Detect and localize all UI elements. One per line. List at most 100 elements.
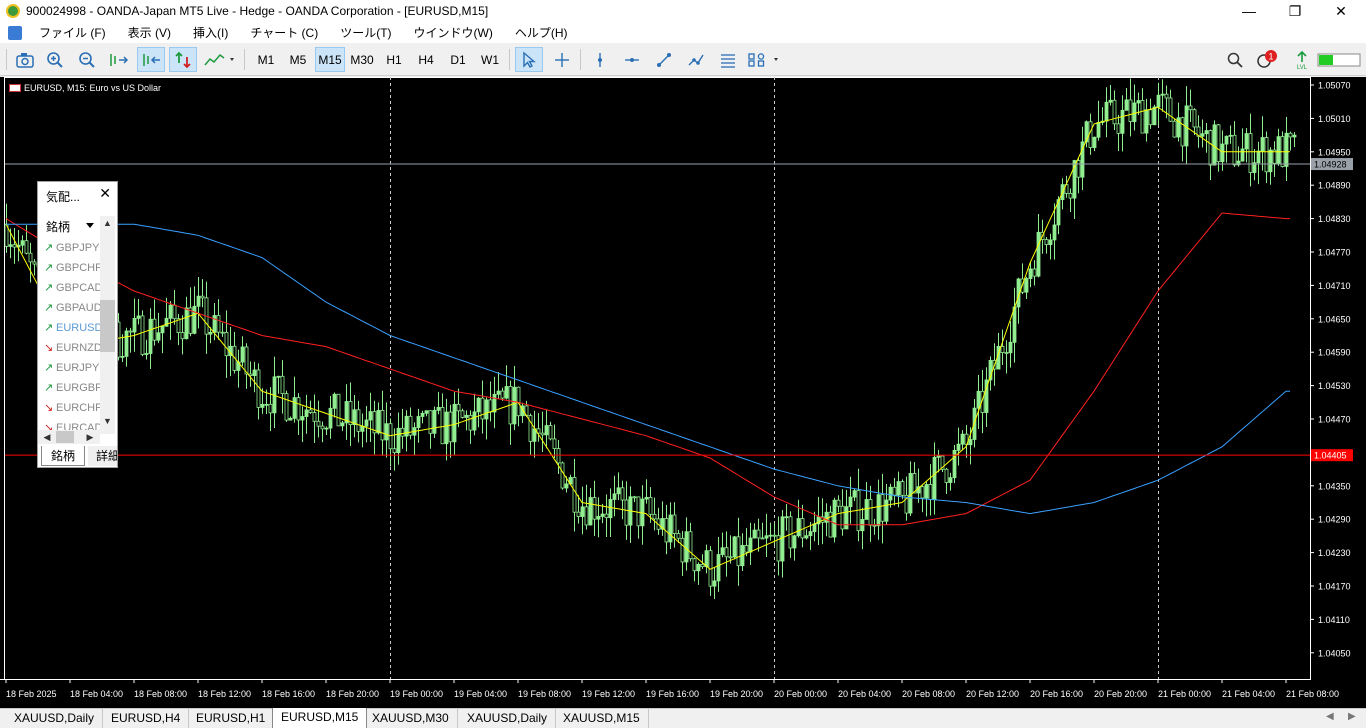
market-watch-vertical-scrollbar[interactable]: ▲ ▼ (100, 216, 115, 434)
vertical-line-icon[interactable] (587, 47, 613, 72)
maximize-button[interactable]: ❐ (1272, 0, 1318, 22)
timeframe-h4[interactable]: H4 (411, 47, 441, 72)
chart-tab[interactable]: EURUSD,H1 (188, 709, 275, 728)
candle-body (960, 433, 965, 445)
crosshair-icon[interactable] (549, 47, 575, 72)
time-tick-label: 18 Feb 16:00 (262, 689, 315, 699)
minimize-button[interactable]: — (1226, 0, 1272, 22)
market-watch-row-selected[interactable]: ↗ EURUSD (38, 318, 100, 338)
time-tick-label: 20 Feb 12:00 (966, 689, 1019, 699)
chart-tab[interactable]: EURUSD,H4 (103, 709, 190, 728)
chart-tab[interactable]: XAUUSD,Daily (459, 709, 557, 728)
market-watch-row[interactable]: ↗ GBPCAD (38, 278, 100, 298)
time-tick-label: 19 Feb 00:00 (390, 689, 443, 699)
scrollbar-thumb[interactable] (56, 431, 74, 443)
trend-line-icon[interactable] (651, 47, 677, 72)
up-arrow-icon: ↗ (44, 282, 54, 294)
market-watch-row[interactable]: ↘ EURNZD (38, 338, 100, 358)
candle-body (1200, 133, 1205, 137)
candle-body (1160, 93, 1165, 96)
price-chart[interactable]: 1.05070 1.05010 1.04950 1.04890 1.04830 1.047… (0, 77, 1366, 708)
one-click-trading-icon[interactable] (169, 47, 197, 72)
connection-status-icon[interactable] (1316, 47, 1362, 72)
timeframe-m30[interactable]: M30 (347, 47, 377, 72)
auto-scroll-icon[interactable] (105, 47, 131, 72)
candle-body (692, 558, 697, 572)
chart-shift-icon[interactable] (137, 47, 165, 72)
candle-body (644, 496, 649, 500)
market-watch-close-button[interactable]: ✕ (99, 185, 111, 202)
price-tick-label: 1.04290 (1318, 515, 1351, 525)
scroll-up-icon[interactable]: ▲ (100, 216, 115, 230)
market-watch-row[interactable]: ↗ GBPJPY (38, 238, 100, 258)
timeframe-h1[interactable]: H1 (379, 47, 409, 72)
channel-icon[interactable] (683, 47, 709, 72)
menu-insert[interactable]: 挿入(I) (182, 24, 239, 41)
market-watch-row[interactable]: ↗ EURGBP (38, 378, 100, 398)
market-watch-tab-symbols[interactable]: 銘柄 (41, 446, 85, 466)
notifications-icon[interactable]: 1 (1254, 47, 1280, 72)
chart-tab[interactable]: XAUUSD,M30 (364, 709, 458, 728)
cursor-icon[interactable] (515, 47, 543, 72)
candle-body (1152, 106, 1157, 126)
timeframe-m15[interactable]: M15 (315, 47, 345, 72)
timeframe-d1[interactable]: D1 (443, 47, 473, 72)
scroll-right-icon[interactable]: ▶ (83, 430, 97, 444)
candle-body (1048, 239, 1053, 245)
price-axis-area (1310, 77, 1366, 708)
time-tick-label: 19 Feb 20:00 (710, 689, 763, 699)
market-watch-row[interactable]: ↗ GBPAUD (38, 298, 100, 318)
candle-body (320, 425, 325, 430)
timeframe-w1[interactable]: W1 (475, 47, 505, 72)
chart-tab[interactable]: XAUUSD,Daily (6, 709, 104, 728)
up-arrow-icon: ↗ (44, 262, 54, 274)
market-watch-row[interactable]: ↘ EURCAD (38, 418, 100, 430)
market-watch-horizontal-scrollbar[interactable]: ◀ ▶ (38, 430, 100, 444)
candle-body (172, 304, 177, 320)
candle-body (340, 422, 345, 427)
fibonacci-icon[interactable] (715, 47, 741, 72)
candle-body (28, 252, 33, 263)
menu-file[interactable]: ファイル (F) (28, 24, 117, 41)
chart-tab[interactable]: XAUUSD,M15 (555, 709, 649, 728)
candle-body (316, 420, 321, 427)
menu-view[interactable]: 表示 (V) (117, 24, 182, 41)
scroll-down-icon[interactable]: ▼ (100, 414, 115, 428)
candle-body (424, 410, 429, 414)
market-watch-tab-details[interactable]: 詳細 (88, 446, 117, 466)
tabs-scroll-left-icon[interactable]: ◀ (1326, 711, 1334, 722)
chart-tab-active[interactable]: EURUSD,M15 (272, 708, 368, 728)
scroll-left-icon[interactable]: ◀ (40, 430, 54, 444)
horizontal-line-icon[interactable] (619, 47, 645, 72)
timeframe-m5[interactable]: M5 (283, 47, 313, 72)
candle-body (1192, 109, 1197, 128)
market-watch-row[interactable]: ↗ EURJPY (38, 358, 100, 378)
candle-body (196, 295, 201, 307)
candle-body (380, 409, 385, 441)
tabs-scroll-right-icon[interactable]: ▶ (1348, 711, 1356, 722)
timeframe-m1[interactable]: M1 (251, 47, 281, 72)
menu-chart[interactable]: チャート (C) (239, 24, 329, 41)
price-tick-label: 1.04590 (1318, 348, 1351, 358)
zoom-in-icon[interactable] (42, 47, 68, 72)
search-icon[interactable] (1222, 47, 1248, 72)
menu-window[interactable]: ウインドウ(W) (403, 24, 504, 41)
candle-body (804, 535, 809, 539)
indicators-dropdown-icon[interactable] (201, 47, 239, 72)
candle-body (456, 403, 461, 412)
candle-body (1232, 134, 1237, 166)
scrollbar-thumb[interactable] (100, 300, 115, 352)
close-button[interactable]: ✕ (1318, 0, 1364, 22)
screenshot-icon[interactable] (12, 47, 38, 72)
market-watch-row[interactable]: ↗ GBPCHF (38, 258, 100, 278)
candle-body (544, 425, 549, 436)
document-icon[interactable] (8, 25, 22, 40)
candle-body (516, 386, 521, 417)
menu-tools[interactable]: ツール(T) (329, 24, 402, 41)
candle-body (672, 514, 677, 534)
zoom-out-icon[interactable] (74, 47, 100, 72)
shapes-dropdown-icon[interactable] (745, 47, 783, 72)
signal-level-icon[interactable]: LVL (1290, 47, 1314, 72)
menu-help[interactable]: ヘルプ(H) (504, 24, 579, 41)
market-watch-row[interactable]: ↘ EURCHF (38, 398, 100, 418)
